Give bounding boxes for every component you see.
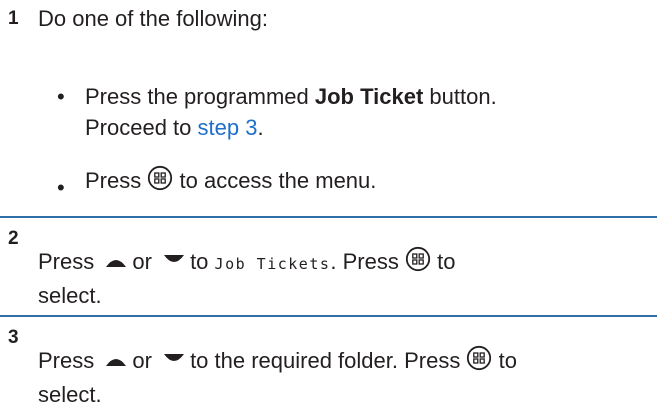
step-intro: Do one of the following: — [38, 6, 268, 31]
menu-ok-button-icon — [466, 345, 492, 379]
down-arrow-icon — [163, 245, 185, 276]
menu-ok-button-icon — [147, 165, 173, 199]
step-3-text: Press or to the required folder. Press t… — [38, 344, 517, 410]
step-number: 2 — [8, 228, 19, 249]
bullet-marker: • — [57, 175, 65, 200]
up-arrow-icon — [105, 344, 127, 375]
step-number: 3 — [8, 327, 19, 348]
bullet-item-job-ticket: Press the programmed Job Ticket button. … — [85, 84, 497, 140]
step-2-text: Press or to Job Tickets. Press to select… — [38, 245, 455, 311]
display-text-job-tickets: Job Tickets — [214, 255, 331, 273]
menu-ok-button-icon — [405, 246, 431, 280]
step-divider — [0, 315, 657, 317]
job-ticket-button-label: Job Ticket — [314, 84, 424, 109]
step-number: 1 — [8, 8, 19, 29]
step-divider — [0, 216, 657, 218]
down-arrow-icon — [163, 344, 185, 375]
bullet-marker: • — [57, 84, 65, 109]
up-arrow-icon — [105, 245, 127, 276]
bullet-item-menu: Press to access the menu. — [85, 165, 376, 199]
step-3-link[interactable]: step 3 — [198, 115, 258, 140]
